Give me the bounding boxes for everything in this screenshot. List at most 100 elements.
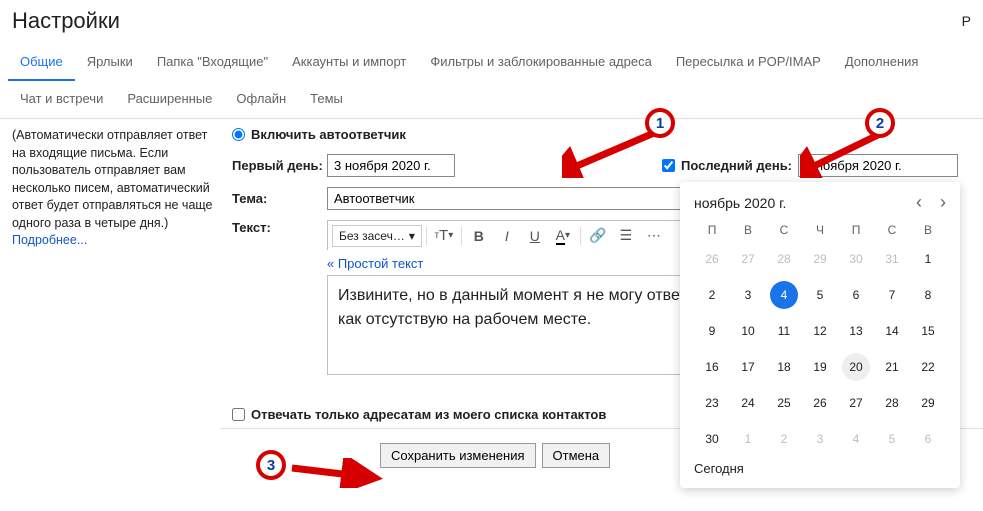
underline-button[interactable]: U [522, 224, 548, 248]
tab-3[interactable]: Аккаунты и импорт [280, 44, 418, 81]
calendar-day[interactable]: 12 [806, 317, 834, 345]
subject-label: Тема: [232, 191, 327, 206]
calendar-day[interactable]: 29 [914, 389, 942, 417]
font-family-select[interactable]: Без засеч…▾ [332, 225, 422, 247]
annotation-badge-3: 3 [256, 450, 286, 480]
tab-4[interactable]: Фильтры и заблокированные адреса [418, 44, 663, 81]
calendar-day[interactable]: 6 [914, 425, 942, 453]
calendar-dow: Ч [802, 223, 838, 237]
calendar-today-button[interactable]: Сегодня [694, 461, 946, 476]
chevron-down-icon: ▾ [409, 229, 415, 243]
cancel-button[interactable]: Отмена [542, 443, 611, 468]
bold-button[interactable]: B [466, 224, 492, 248]
chevron-down-icon: ▾ [565, 230, 570, 241]
calendar-day[interactable]: 5 [806, 281, 834, 309]
calendar-day[interactable]: 4 [770, 281, 798, 309]
calendar-month-title: ноябрь 2020 г. [694, 195, 786, 211]
calendar-day[interactable]: 28 [770, 245, 798, 273]
tab-6[interactable]: Дополнения [833, 44, 931, 81]
contacts-only-checkbox[interactable] [232, 408, 245, 421]
calendar-day[interactable]: 24 [734, 389, 762, 417]
calendar-dow: С [874, 223, 910, 237]
link-button[interactable]: 🔗 [585, 224, 611, 248]
calendar-day[interactable]: 13 [842, 317, 870, 345]
annotation-badge-2: 2 [865, 108, 895, 138]
calendar-day[interactable]: 3 [734, 281, 762, 309]
calendar-day[interactable]: 3 [806, 425, 834, 453]
tab-5[interactable]: Пересылка и POP/IMAP [664, 44, 833, 81]
font-size-button[interactable]: тT▾ [431, 224, 457, 248]
calendar-day[interactable]: 1 [914, 245, 942, 273]
calendar-day[interactable]: 27 [842, 389, 870, 417]
enable-autoresponder-label: Включить автоответчик [251, 127, 406, 142]
calendar-day[interactable]: 26 [698, 245, 726, 273]
calendar-day[interactable]: 31 [878, 245, 906, 273]
calendar-day[interactable]: 4 [842, 425, 870, 453]
tab-2[interactable]: Папка "Входящие" [145, 44, 280, 81]
calendar-day[interactable]: 5 [878, 425, 906, 453]
calendar-dow: В [730, 223, 766, 237]
calendar-dow: С [766, 223, 802, 237]
tab-9[interactable]: Офлайн [224, 81, 298, 118]
chevron-down-icon: ▾ [448, 230, 453, 241]
calendar-day[interactable]: 22 [914, 353, 942, 381]
annotation-arrow-3 [288, 458, 388, 488]
tab-0[interactable]: Общие [8, 44, 75, 81]
tab-1[interactable]: Ярлыки [75, 44, 145, 81]
calendar-day[interactable]: 26 [806, 389, 834, 417]
calendar-day[interactable]: 19 [806, 353, 834, 381]
tab-8[interactable]: Расширенные [115, 81, 224, 118]
calendar-day[interactable]: 20 [842, 353, 870, 381]
settings-tabs: ОбщиеЯрлыкиПапка "Входящие"Аккаунты и им… [0, 44, 983, 119]
contacts-only-label: Отвечать только адресатам из моего списк… [251, 407, 606, 422]
first-day-input[interactable] [327, 154, 455, 177]
italic-button[interactable]: I [494, 224, 520, 248]
calendar-day[interactable]: 30 [698, 425, 726, 453]
section-description: (Автоматически отправляет ответ на входя… [12, 127, 232, 468]
calendar-day[interactable]: 25 [770, 389, 798, 417]
annotation-arrow-1 [562, 128, 662, 178]
calendar-dow: П [694, 223, 730, 237]
tab-7[interactable]: Чат и встречи [8, 81, 115, 118]
tab-10[interactable]: Темы [298, 81, 355, 118]
date-picker-popup: ноябрь 2020 г. ‹ › ПВСЧПСВ26272829303112… [680, 182, 960, 488]
calendar-day[interactable]: 17 [734, 353, 762, 381]
calendar-day[interactable]: 8 [914, 281, 942, 309]
last-day-checkbox[interactable] [662, 159, 675, 172]
calendar-day[interactable]: 2 [698, 281, 726, 309]
calendar-day[interactable]: 1 [734, 425, 762, 453]
enable-autoresponder-radio[interactable] [232, 128, 245, 141]
ordered-list-button[interactable]: ☰ [613, 224, 639, 248]
last-day-label: Последний день: [681, 158, 792, 173]
calendar-day[interactable]: 27 [734, 245, 762, 273]
calendar-dow: В [910, 223, 946, 237]
save-button[interactable]: Сохранить изменения [380, 443, 536, 468]
first-day-label: Первый день: [232, 158, 327, 173]
page-title: Настройки [12, 8, 120, 34]
calendar-day[interactable]: 28 [878, 389, 906, 417]
text-color-button[interactable]: A▾ [550, 224, 576, 248]
calendar-next-button[interactable]: › [940, 192, 946, 213]
calendar-day[interactable]: 14 [878, 317, 906, 345]
calendar-day[interactable]: 23 [698, 389, 726, 417]
calendar-day[interactable]: 16 [698, 353, 726, 381]
annotation-badge-1: 1 [645, 108, 675, 138]
calendar-day[interactable]: 29 [806, 245, 834, 273]
more-formatting-button[interactable]: ⋯ [641, 224, 667, 248]
calendar-day[interactable]: 30 [842, 245, 870, 273]
calendar-prev-button[interactable]: ‹ [916, 192, 922, 213]
calendar-dow: П [838, 223, 874, 237]
learn-more-link[interactable]: Подробнее... [12, 233, 87, 247]
calendar-day[interactable]: 9 [698, 317, 726, 345]
plain-text-link[interactable]: « Простой текст [327, 256, 423, 271]
calendar-day[interactable]: 10 [734, 317, 762, 345]
calendar-day[interactable]: 11 [770, 317, 798, 345]
header-right: P [962, 13, 971, 29]
calendar-day[interactable]: 18 [770, 353, 798, 381]
calendar-day[interactable]: 2 [770, 425, 798, 453]
calendar-day[interactable]: 15 [914, 317, 942, 345]
calendar-day[interactable]: 7 [878, 281, 906, 309]
body-label: Текст: [232, 220, 327, 235]
calendar-day[interactable]: 6 [842, 281, 870, 309]
calendar-day[interactable]: 21 [878, 353, 906, 381]
